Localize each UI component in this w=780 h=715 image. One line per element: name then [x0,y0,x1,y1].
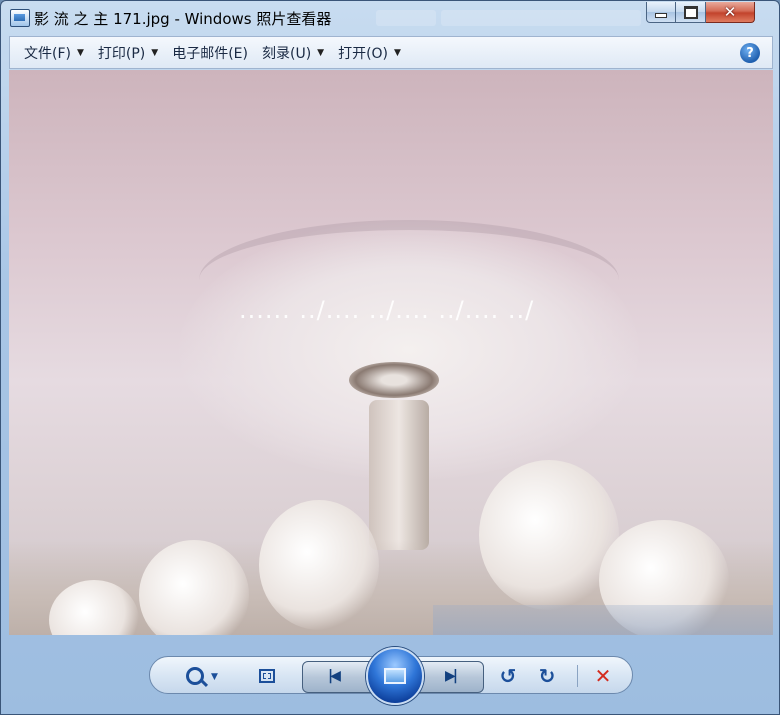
close-icon: ✕ [723,2,737,21]
photo-stem [369,400,429,550]
help-icon[interactable]: ? [740,43,760,63]
delete-icon: ✕ [594,664,612,688]
title-bar[interactable]: 影 流 之 主 171.jpg - Windows 照片查看器 ✕ [1,1,779,35]
previous-button[interactable]: |◀ [303,661,363,691]
photo-edge [433,605,773,635]
zoom-icon [186,667,205,685]
delete-button[interactable]: ✕ [590,657,616,695]
minimize-icon [655,13,667,18]
menu-burn-label: 刻录(U) [261,45,312,62]
image-display[interactable]: ...... ../.... ../.... ../.... ../ [9,70,773,635]
maximize-button[interactable] [676,2,706,23]
menu-open-label: 打开(O) [338,45,389,62]
photo-cloud [479,460,619,610]
minimize-button[interactable] [646,2,676,23]
image-overlay-text: ...... ../.... ../.... ../.... ../ [239,296,535,324]
slideshow-icon [384,668,406,684]
chevron-down-icon: ▼ [317,47,325,58]
rotate-cw-icon: ↻ [538,664,556,688]
photo-cap [349,362,439,398]
menu-burn[interactable]: 刻录(U) ▼ [257,40,329,66]
rotate-ccw-icon: ↺ [499,664,517,688]
menu-print-label: 打印(P) [97,45,146,62]
actual-size-icon [259,669,275,683]
actual-size-button[interactable] [254,657,280,695]
next-button[interactable]: ▶| [420,661,480,691]
previous-icon: |◀ [328,668,341,684]
menu-email-label: 电子邮件(E) [172,45,248,62]
viewer-toolbar: ▼ |◀ ▶| ↺ ↻ ✕ [149,647,633,705]
photo-viewer-window: 影 流 之 主 171.jpg - Windows 照片查看器 ✕ 文件(F) … [0,0,780,715]
background-tab-ghost [376,10,436,26]
toolbar-divider [577,665,578,687]
menu-file[interactable]: 文件(F) ▼ [19,40,89,66]
window-title: 影 流 之 主 171.jpg - Windows 照片查看器 [34,10,332,28]
background-tab-ghost [441,10,641,26]
chevron-down-icon: ▼ [151,47,159,58]
chevron-down-icon: ▼ [211,672,218,682]
maximize-icon [683,5,698,19]
menu-file-label: 文件(F) [24,45,71,62]
photo-viewer-icon[interactable] [10,9,30,27]
menu-bar: 文件(F) ▼ 打印(P) ▼ 电子邮件(E) 刻录(U) ▼ 打开(O) ▼ … [9,36,773,69]
zoom-button[interactable]: ▼ [180,657,224,695]
menu-open[interactable]: 打开(O) ▼ [333,40,406,66]
photo-cloud [259,500,379,630]
chevron-down-icon: ▼ [76,47,84,58]
chevron-down-icon: ▼ [394,47,401,58]
menu-email[interactable]: 电子邮件(E) [167,40,253,66]
close-button[interactable]: ✕ [706,2,755,23]
rotate-cw-button[interactable]: ↻ [534,657,560,695]
slideshow-button[interactable] [366,647,424,705]
rotate-ccw-button[interactable]: ↺ [495,657,521,695]
next-icon: ▶| [445,668,458,684]
menu-print[interactable]: 打印(P) ▼ [93,40,163,66]
